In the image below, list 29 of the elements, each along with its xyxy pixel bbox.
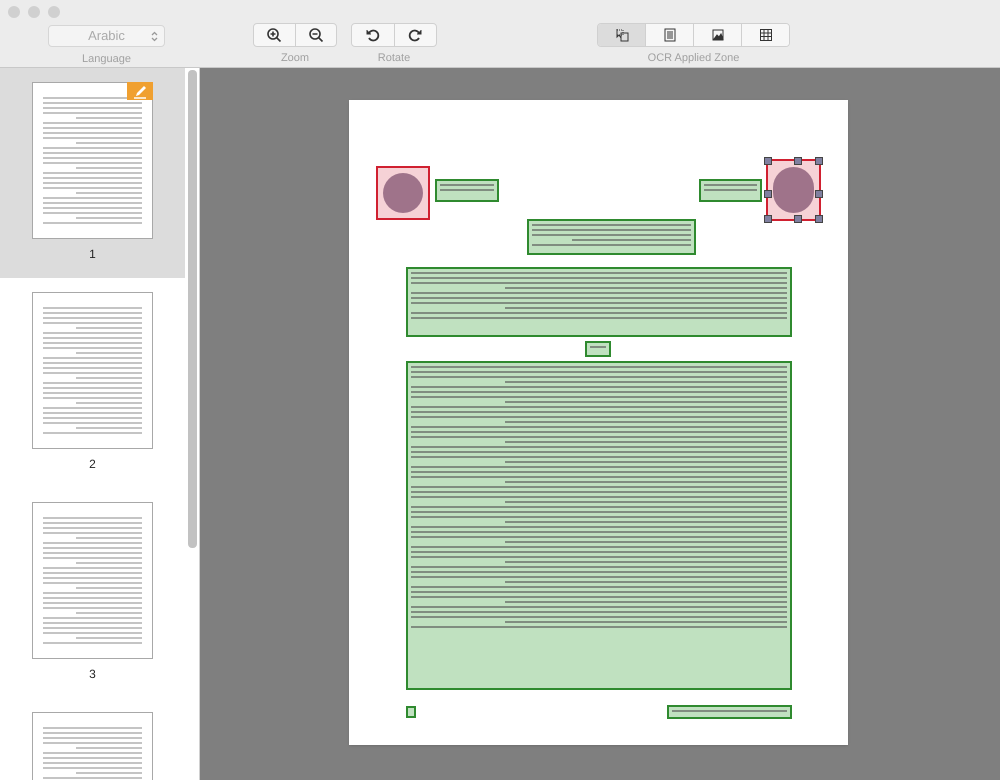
scrollbar[interactable] [188, 70, 197, 548]
ocr-zone-label: OCR Applied Zone [648, 51, 740, 66]
text-zone[interactable] [667, 705, 792, 719]
zoom-in-icon [266, 27, 282, 43]
page-number: 1 [89, 246, 96, 263]
image-zone[interactable] [376, 166, 430, 220]
text-zone[interactable] [585, 341, 611, 357]
table-zone-icon [758, 27, 774, 43]
page-number: 2 [89, 456, 96, 473]
text-zone-icon [662, 27, 678, 43]
language-label: Language [82, 52, 131, 67]
text-zone[interactable] [406, 267, 792, 337]
auto-zone-icon [614, 27, 630, 43]
zoom-label: Zoom [280, 51, 310, 66]
rotate-label: Rotate [378, 51, 410, 66]
rotate-right-icon [407, 27, 424, 43]
text-zone[interactable] [527, 219, 696, 255]
chevron-icon [151, 30, 158, 42]
page-number: 3 [89, 666, 96, 683]
zoom-out-icon [308, 27, 324, 43]
text-zone[interactable] [406, 706, 416, 718]
image-zone[interactable] [766, 159, 821, 221]
rotate-left-icon [364, 27, 381, 43]
page-thumbnail-row[interactable]: 1 [0, 68, 185, 278]
image-zone-icon [710, 27, 726, 43]
text-zone[interactable] [435, 179, 499, 202]
text-zone[interactable] [406, 361, 792, 690]
text-zone[interactable] [699, 179, 762, 202]
zone-mode-button[interactable] [598, 24, 646, 46]
